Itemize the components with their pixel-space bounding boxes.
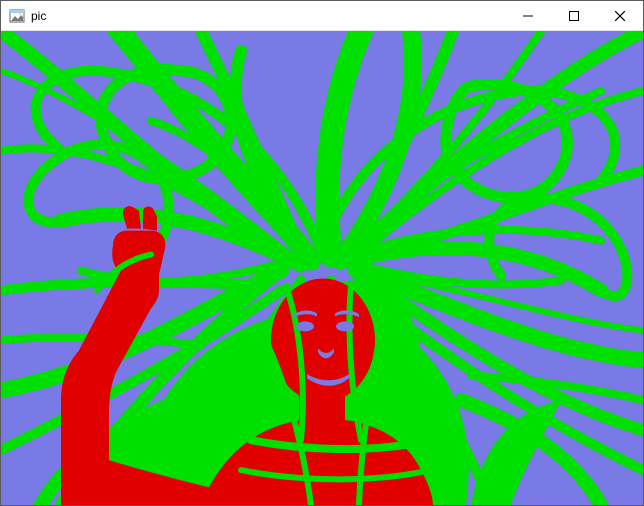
minimize-icon — [523, 11, 533, 21]
maximize-button[interactable] — [551, 1, 597, 30]
app-image-icon — [9, 8, 25, 24]
maximize-icon — [569, 11, 579, 21]
titlebar[interactable]: pic — [1, 1, 643, 31]
close-icon — [615, 11, 625, 21]
posterized-image — [1, 31, 643, 505]
minimize-button[interactable] — [505, 1, 551, 30]
window-controls — [505, 1, 643, 30]
window-title: pic — [31, 9, 505, 23]
close-button[interactable] — [597, 1, 643, 30]
image-viewport — [1, 31, 643, 505]
os-window: pic — [0, 0, 644, 506]
